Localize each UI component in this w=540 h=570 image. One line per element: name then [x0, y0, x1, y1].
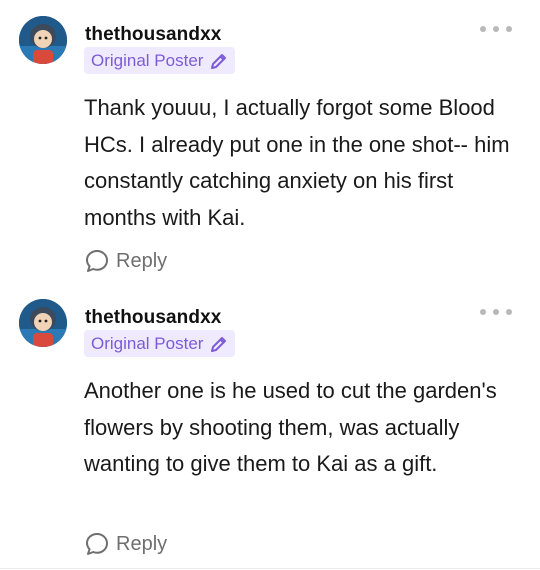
more-options-icon[interactable] — [480, 24, 512, 34]
speech-bubble-icon — [86, 250, 108, 272]
username[interactable]: thethousandxx — [85, 307, 221, 329]
reply-button[interactable]: Reply — [84, 531, 167, 557]
speech-bubble-icon — [86, 533, 108, 555]
original-poster-badge: Original Poster — [84, 330, 236, 357]
reply-label: Reply — [116, 532, 168, 555]
avatar[interactable] — [19, 16, 67, 64]
comment: thethousandxx Original Poster Another on… — [0, 299, 540, 569]
pencil-icon — [211, 53, 227, 69]
reply-label: Reply — [116, 249, 168, 272]
comment: thethousandxx Original Poster Thank youu… — [0, 16, 540, 286]
more-options-icon[interactable] — [480, 307, 512, 317]
pencil-icon — [211, 336, 227, 352]
avatar[interactable] — [19, 299, 67, 347]
comment-text: Another one is he used to cut the garden… — [84, 378, 497, 476]
comment-text: Thank youuu, I actually forgot some Bloo… — [84, 95, 510, 230]
divider — [0, 568, 540, 569]
reply-button[interactable]: Reply — [84, 248, 167, 274]
badge-label: Original Poster — [91, 50, 204, 70]
username[interactable]: thethousandxx — [85, 24, 221, 46]
original-poster-badge: Original Poster — [84, 47, 236, 74]
badge-label: Original Poster — [91, 333, 204, 353]
